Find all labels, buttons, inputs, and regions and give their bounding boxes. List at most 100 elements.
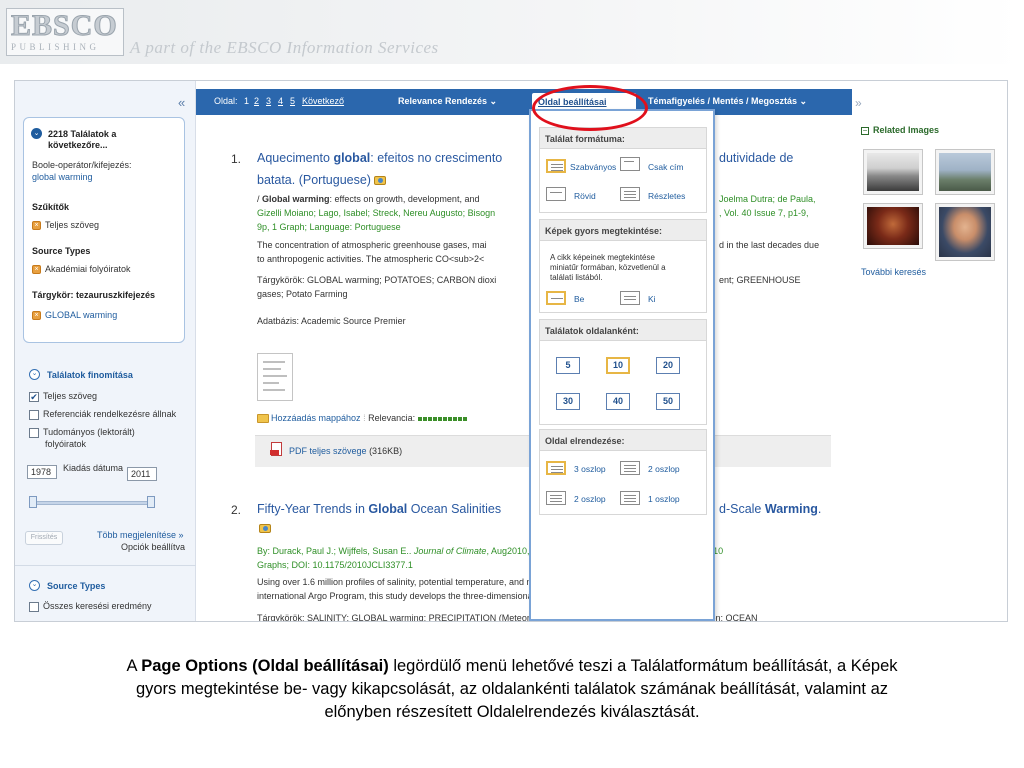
format-standard-icon[interactable] [546, 159, 566, 173]
date-slider-handle-left[interactable] [29, 496, 37, 508]
layout-1col-icon[interactable] [620, 491, 640, 505]
sort-menu[interactable]: Relevance Rendezés ⌄ [398, 96, 497, 107]
result-abstract-tail: d in the last decades due [719, 240, 820, 250]
result-title-line2[interactable]: batata. (Portuguese) [257, 172, 387, 188]
result-subjects-line1: Tárgykörök: GLOBAL warming; POTATOES; CA… [257, 275, 497, 285]
journal-name[interactable]: Journal of Climate [414, 546, 487, 556]
show-more-link[interactable]: Több megjelenítése » [97, 530, 184, 540]
format-detailed-option[interactable]: Részletes [648, 191, 685, 201]
document-thumbnail[interactable] [257, 353, 293, 401]
layout-1col-option[interactable]: 1 oszlop [648, 494, 680, 504]
result-database: Adatbázis: Academic Source Premier [257, 316, 406, 326]
per-page-30[interactable]: 30 [556, 393, 580, 410]
format-title-only-icon[interactable] [620, 157, 640, 171]
chevron-down-icon[interactable]: ⌄ [29, 369, 40, 380]
result-title-tail[interactable]: dutividade de [719, 150, 793, 166]
right-collapse-button[interactable]: » [855, 96, 862, 110]
result-subjects-tail: ent; GREENHOUSE [719, 275, 801, 285]
result-abstract-line2: to anthropogenic activities. The atmosph… [257, 254, 485, 264]
related-image-3[interactable] [863, 203, 923, 249]
date-slider-track[interactable] [31, 501, 155, 505]
layout-2col-left-icon[interactable] [546, 491, 566, 505]
page-2[interactable]: 2 [254, 96, 259, 106]
preview-off-option[interactable]: Ki [648, 294, 656, 304]
next-page-link[interactable]: Következő [302, 96, 344, 106]
all-results-option[interactable]: Összes keresési eredmény [29, 601, 152, 612]
caption-line-3: előnyben részesített Oldalelrendezés kiv… [324, 703, 700, 721]
date-from-input[interactable]: 1978 [27, 465, 57, 479]
image-preview-icon[interactable] [374, 176, 387, 186]
page-3[interactable]: 3 [266, 96, 271, 106]
remove-icon[interactable]: × [32, 221, 41, 231]
related-image-2[interactable] [935, 149, 995, 195]
related-image-1[interactable] [863, 149, 923, 195]
chevron-down-icon[interactable]: ⌄ [29, 580, 40, 591]
layout-2col-icon[interactable] [620, 461, 640, 475]
separator: ⁞ [363, 413, 366, 423]
refine-peer-reviewed[interactable]: Tudományos (lektorált) [29, 427, 135, 438]
layout-2col-option[interactable]: 2 oszlop [648, 464, 680, 474]
result-title[interactable]: Aquecimento global: efeitos no crescimen… [257, 150, 502, 166]
preview-on-icon[interactable] [546, 291, 566, 305]
image-thumbnail [939, 207, 991, 257]
page-layout-section: 3 oszlop 2 oszlop 2 oszlop 1 oszlop [539, 451, 707, 515]
checkbox[interactable] [29, 601, 39, 612]
layout-3col-option[interactable]: 3 oszlop [574, 464, 606, 474]
result-format-heading: Találat formátuma: [539, 127, 707, 149]
image-thumbnail [867, 153, 919, 191]
more-search-link[interactable]: További keresés [861, 267, 926, 277]
collapse-box-icon[interactable]: − [861, 127, 869, 135]
result-number: 2. [231, 503, 242, 517]
preview-on-option[interactable]: Be [574, 294, 584, 304]
chevron-down-icon[interactable]: ⌄ [31, 128, 42, 139]
share-menu[interactable]: Témafigyelés / Mentés / Megosztás ⌄ [648, 96, 807, 107]
title-part: Fifty-Year Trends in [257, 502, 369, 516]
format-standard-option[interactable]: Szabványos [570, 162, 616, 172]
page-4[interactable]: 4 [278, 96, 283, 106]
folder-icon[interactable] [257, 414, 269, 424]
boolean-value[interactable]: global warming [32, 172, 93, 182]
date-slider-handle-right[interactable] [147, 496, 155, 508]
per-page-40[interactable]: 40 [606, 393, 630, 410]
limiter-fulltext[interactable]: × Teljes szöveg [32, 220, 99, 231]
pdf-fulltext-link[interactable]: PDF teljes szövege [289, 446, 367, 456]
left-sidebar: « ⌄ 2218 Találatok a következőre... Bool… [15, 81, 196, 621]
format-brief-option[interactable]: Rövid [574, 191, 596, 201]
page-5[interactable]: 5 [290, 96, 295, 106]
per-page-20[interactable]: 20 [656, 357, 680, 374]
image-preview-icon[interactable] [259, 524, 271, 534]
layout-2col-left-option[interactable]: 2 oszlop [574, 494, 606, 504]
refine-fulltext[interactable]: ✔ Teljes szöveg [29, 391, 97, 402]
date-to-input[interactable]: 2011 [127, 467, 157, 481]
preview-desc-1: A cikk képeinek megtekintése [550, 253, 655, 262]
related-image-4[interactable] [935, 203, 995, 261]
refine-references[interactable]: Referenciák rendelkezésre állnak [29, 409, 176, 420]
format-detailed-icon[interactable] [620, 187, 640, 201]
per-page-50[interactable]: 50 [656, 393, 680, 410]
result-title[interactable]: Fifty-Year Trends in Global Ocean Salini… [257, 501, 501, 517]
limiter-academic[interactable]: × Akadémiai folyóiratok [32, 264, 131, 275]
page-1[interactable]: 1 [244, 96, 249, 106]
per-page-10[interactable]: 10 [606, 357, 630, 374]
add-to-folder-link[interactable]: Hozzáadás mappához [271, 413, 361, 423]
refresh-button[interactable]: Frissítés [25, 531, 63, 545]
remove-icon[interactable]: × [32, 265, 41, 275]
layout-3col-icon[interactable] [546, 461, 566, 475]
title-part: . [817, 502, 822, 516]
checkbox-checked[interactable]: ✔ [29, 391, 39, 402]
result-subjects-line2: gases; Potato Farming [257, 289, 348, 299]
source-types-facet-heading: Source Types [47, 581, 106, 591]
result-title-tail[interactable]: d-Scale Warming. [719, 501, 821, 517]
pdf-icon[interactable] [270, 442, 282, 456]
remove-icon[interactable]: × [32, 311, 41, 321]
checkbox[interactable] [29, 427, 39, 438]
all-results-label: Összes keresési eredmény [43, 601, 152, 611]
limiter-subject[interactable]: × GLOBAL warming [32, 310, 117, 321]
sidebar-collapse-button[interactable]: « [178, 95, 185, 110]
result-image-preview [259, 521, 271, 535]
format-title-only-option[interactable]: Csak cím [648, 162, 683, 172]
checkbox[interactable] [29, 409, 39, 420]
preview-off-icon[interactable] [620, 291, 640, 305]
per-page-5[interactable]: 5 [556, 357, 580, 374]
format-brief-icon[interactable] [546, 187, 566, 201]
